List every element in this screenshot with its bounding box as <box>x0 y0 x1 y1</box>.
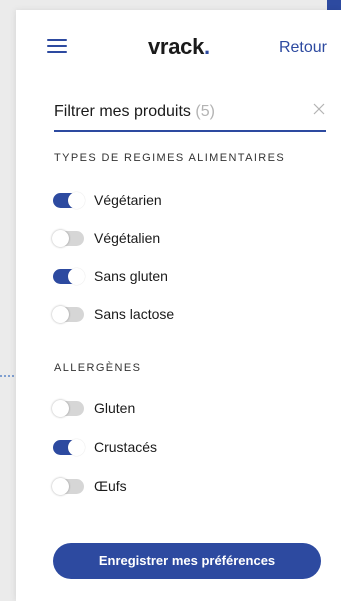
header: vrack. Retour <box>16 10 341 80</box>
toggle-option-sans-lactose[interactable]: Sans lactose <box>52 304 313 326</box>
toggle-switch[interactable] <box>53 439 85 456</box>
toggle-knob <box>68 439 85 456</box>
option-label: Œufs <box>94 478 127 494</box>
diet-section-title: TYPES DE REGIMES ALIMENTAIRES <box>54 152 286 164</box>
toggle-option-sans-gluten[interactable]: Sans gluten <box>53 266 313 288</box>
toggle-option-vegetalien[interactable]: Végétalien <box>52 228 313 250</box>
logo: vrack. <box>148 34 210 60</box>
toggle-knob <box>68 268 85 285</box>
toggle-knob <box>52 306 69 323</box>
toggle-option-vegetarien[interactable]: Végétarien <box>53 190 313 212</box>
logo-dot: . <box>204 34 210 59</box>
option-label: Végétarien <box>94 192 162 208</box>
toggle-switch[interactable] <box>53 268 85 285</box>
preferences-panel: vrack. Retour Filtrer mes produits (5) T… <box>16 10 341 601</box>
toggle-switch[interactable] <box>53 192 85 209</box>
option-label: Crustacés <box>94 439 158 455</box>
toggle-switch[interactable] <box>52 306 84 323</box>
toggle-knob <box>52 478 69 495</box>
back-button[interactable]: Retour <box>279 39 327 57</box>
option-label: Sans gluten <box>94 268 168 284</box>
allergen-section-title: ALLERGÈNES <box>54 362 142 374</box>
toggle-switch[interactable] <box>52 478 84 495</box>
screen-background: vrack. Retour Filtrer mes produits (5) T… <box>0 0 341 601</box>
filter-text: Filtrer mes produits <box>54 103 191 120</box>
filter-field[interactable]: Filtrer mes produits (5) <box>54 98 326 132</box>
toggle-knob <box>52 230 69 247</box>
toggle-option-oeufs[interactable]: Œufs <box>52 476 313 498</box>
toggle-option-gluten[interactable]: Gluten <box>52 398 313 420</box>
logo-text: vrack <box>148 34 205 59</box>
toggle-knob <box>52 400 69 417</box>
toggle-option-crustaces[interactable]: Crustacés <box>53 437 313 459</box>
toggle-knob <box>68 192 85 209</box>
option-label: Végétalien <box>94 230 161 246</box>
filter-count: (5) <box>195 103 215 120</box>
hamburger-menu-icon[interactable] <box>47 39 67 53</box>
option-label: Sans lactose <box>94 306 175 322</box>
save-preferences-button[interactable]: Enregistrer mes préférences <box>53 543 321 579</box>
option-label: Gluten <box>94 400 136 416</box>
close-icon[interactable] <box>312 102 326 116</box>
toggle-switch[interactable] <box>52 230 84 247</box>
toggle-switch[interactable] <box>52 400 84 417</box>
filter-label: Filtrer mes produits (5) <box>54 103 215 121</box>
